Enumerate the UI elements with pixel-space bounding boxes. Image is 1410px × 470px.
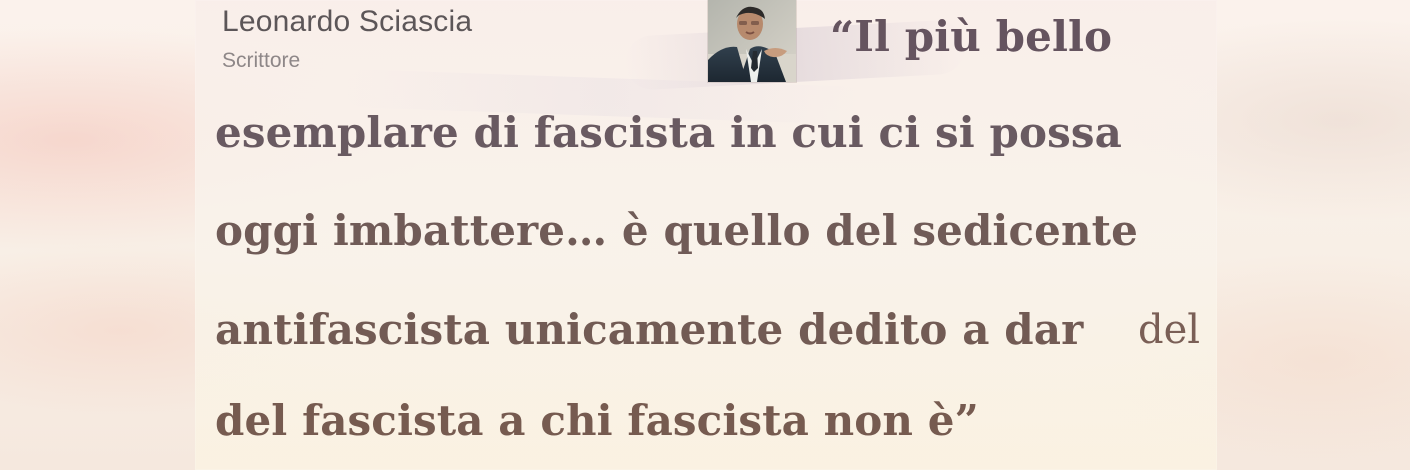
quote-card-page: { "author": { "name": "Leonardo Sciascia… [0,0,1410,470]
quote-line-5: del fascista a chi fascista non è” [215,396,979,445]
quote-line-3: oggi imbattere… è quello del sedicente [215,206,1138,255]
author-role: Scrittore [222,49,301,72]
author-portrait-icon [708,0,796,82]
quote-fragment: del [1138,307,1201,353]
quote-line-4: antifascista unicamente dedito a dar [215,305,1084,354]
author-name: Leonardo Sciascia [222,5,473,38]
quote-line-2: esemplare di fascista in cui ci si possa [215,108,1122,157]
quote-line-1: “Il più bello [830,12,1113,61]
